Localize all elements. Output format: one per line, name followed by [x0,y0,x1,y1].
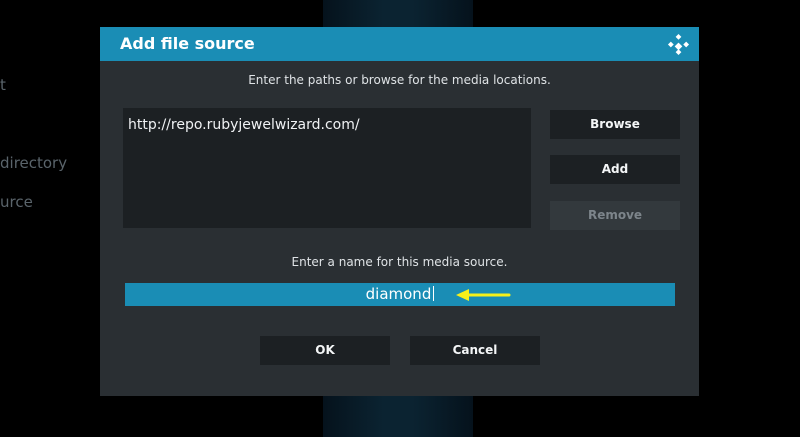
name-instruction: Enter a name for this media source. [291,255,508,269]
background-menu-item: directory [0,154,68,172]
screen: t directory urce Add file source Enter t… [0,0,800,437]
paths-instruction: Enter the paths or browse for the media … [248,73,551,87]
browse-button[interactable]: Browse [550,110,680,139]
path-item[interactable]: http://repo.rubyjewelwizard.com/ [128,117,360,133]
media-source-name-input[interactable]: diamond [125,283,675,306]
name-input-value: diamond [365,285,432,303]
kodi-logo-icon [667,33,690,56]
add-file-source-dialog: Add file source Enter the paths or brows… [100,27,699,396]
cancel-button[interactable]: Cancel [410,336,540,365]
background-menu-item: t [0,76,6,94]
add-button[interactable]: Add [550,155,680,184]
dialog-title: Add file source [120,34,255,53]
ok-button[interactable]: OK [260,336,390,365]
arrow-left-icon [456,289,511,301]
dialog-header: Add file source [100,27,699,61]
remove-button[interactable]: Remove [550,201,680,230]
background-menu-item: urce [0,193,33,211]
text-cursor [433,286,435,301]
path-list[interactable]: http://repo.rubyjewelwizard.com/ [123,108,531,228]
